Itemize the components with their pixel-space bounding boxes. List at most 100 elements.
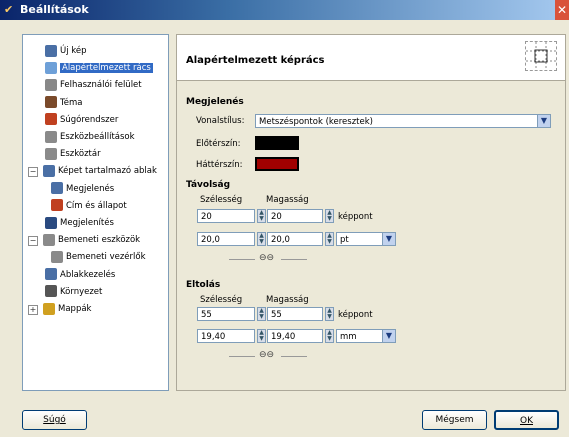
tree-item[interactable]: Eszközbeállítások [45,129,135,145]
bg-color-label: Háttérszín: [196,160,243,170]
collapse-icon[interactable]: − [28,167,38,178]
title-status-icon [51,199,63,212]
tree-item[interactable]: Eszköztár [45,146,101,162]
folders-icon [43,302,55,315]
help-button-label: Súgó [43,415,66,425]
chain-link-icon[interactable]: ⊖⊖ [259,253,274,263]
spacing-width-label: Szélesség [200,195,243,205]
fg-color-button[interactable] [255,136,299,150]
offset-px-unit: képpont [338,310,373,320]
tool-options-icon [45,130,57,143]
offset-height-label: Magasság [266,295,309,305]
offset-width-px-spinner[interactable]: ▲ ▼ [257,307,266,321]
tree-item-label: Cím és állapot [66,200,127,211]
tree-item[interactable]: Cím és állapot [51,198,127,214]
new-image-icon [45,44,57,57]
tree-item[interactable]: Bemeneti vezérlők [51,249,146,265]
panel-header: Alapértelmezett képrács [177,35,565,81]
spacing-height-label: Magasság [266,195,309,205]
gimp-logo-icon: ✔ [4,3,14,16]
ok-button-label: OK [520,416,533,426]
offset-height-px-spinner[interactable]: ▲ ▼ [325,307,334,321]
spacing-heading: Távolság [186,180,231,190]
spacing-width-unit-input[interactable]: 20,0 [197,232,255,246]
chevron-down-icon[interactable]: ▼ [382,329,396,343]
offset-heading: Eltolás [186,280,221,290]
offset-width-px-input[interactable]: 55 [197,307,255,321]
tree-item[interactable]: Mappák [43,301,91,317]
ok-button[interactable]: OK [494,410,559,430]
page-title: Alapértelmezett képrács [186,55,325,66]
tree-item-label: Téma [60,97,83,108]
spacing-height-px-spinner[interactable]: ▲ ▼ [325,209,334,223]
tree-item-label: Ablakkezelés [60,269,116,280]
offset-height-px-input[interactable]: 55 [267,307,323,321]
tree-item-label: Új kép [60,46,87,56]
tree-item[interactable]: Alapértelmezett rács [45,60,153,76]
line-style-label: Vonalstílus: [196,116,245,126]
preferences-tree[interactable]: Új kép Alapértelmezett rács Felhasználói f… [22,34,169,391]
tree-item-label: Felhasználói felület [60,80,142,91]
grid-icon [525,41,557,71]
help-system-icon [45,113,57,126]
offset-height-unit-spinner[interactable]: ▲ ▼ [325,329,334,343]
spacing-width-px-spinner[interactable]: ▲ ▼ [257,209,266,223]
tree-item-label: Megjelenítés [60,218,114,228]
help-button[interactable]: Súgó [22,410,87,430]
tree-item[interactable]: Súgórendszer [45,112,118,128]
title-bar: ✔ Beállítások ✕ [0,0,569,20]
tree-item-label: Eszköztár [60,149,101,160]
tree-item-label: Megjelenés [66,183,115,194]
tree-item-label: Súgórendszer [60,114,119,125]
spacing-px-unit: képpont [338,212,373,222]
input-devices-icon [43,233,55,246]
cancel-button[interactable]: Mégsem [422,410,487,430]
spacing-height-unit-input[interactable]: 20,0 [267,232,323,246]
chain-line-right [281,356,307,357]
expand-icon[interactable]: + [28,305,38,315]
tree-item[interactable]: Téma [45,95,82,111]
chevron-down-icon[interactable]: ▼ [537,114,551,128]
tree-item-label: Bemeneti eszközök [58,235,141,246]
tree-item[interactable]: Új kép [45,43,87,59]
tree-item-label: Környezet [60,286,103,297]
bg-color-button[interactable] [255,157,299,171]
tree-item[interactable]: Ablakkezelés [45,267,115,283]
offset-width-label: Szélesség [200,295,243,305]
fg-color-label: Előtérszín: [196,139,241,149]
input-controllers-icon [51,250,63,263]
spacing-height-unit-spinner[interactable]: ▲ ▼ [325,232,334,246]
chain-line-left [229,356,255,357]
chain-line-left [229,259,255,260]
line-style-select[interactable]: Metszéspontok (keresztek) [255,114,551,128]
close-icon[interactable]: ✕ [555,0,569,20]
chevron-down-icon[interactable]: ▼ [382,232,396,246]
window-title: Beállítások [20,3,89,16]
tree-item-label: Mappák [58,304,92,314]
tree-item-label: Eszközbeállítások [60,132,135,142]
appearance-heading: Megjelenés [186,97,244,107]
spacing-width-px-input[interactable]: 20 [197,209,255,223]
image-window-icon [43,164,55,177]
collapse-icon[interactable]: − [28,236,38,247]
tree-item[interactable]: Felhasználói felület [45,77,142,93]
window-management-icon [45,268,57,281]
offset-width-unit-spinner[interactable]: ▲ ▼ [257,329,266,343]
chain-line-right [281,259,307,260]
tree-item[interactable]: Képet tartalmazó ablak [43,163,157,179]
chain-link-icon[interactable]: ⊖⊖ [259,350,274,360]
tree-item[interactable]: Bemeneti eszközök [43,232,140,248]
offset-width-unit-input[interactable]: 19,40 [197,329,255,343]
environment-icon [45,285,57,298]
tree-item-label: Alapértelmezett rács [60,63,153,74]
tree-item-label: Bemeneti vezérlők [66,252,146,263]
tree-item[interactable]: Megjelenés [51,181,114,197]
tree-item[interactable]: Megjelenítés [45,215,114,231]
interface-icon [45,78,57,91]
appearance-icon [51,182,63,195]
offset-height-unit-input[interactable]: 19,40 [267,329,323,343]
tree-item[interactable]: Környezet [45,284,102,300]
toolbox-icon [45,147,57,160]
spacing-width-unit-spinner[interactable]: ▲ ▼ [257,232,266,246]
spacing-height-px-input[interactable]: 20 [267,209,323,223]
